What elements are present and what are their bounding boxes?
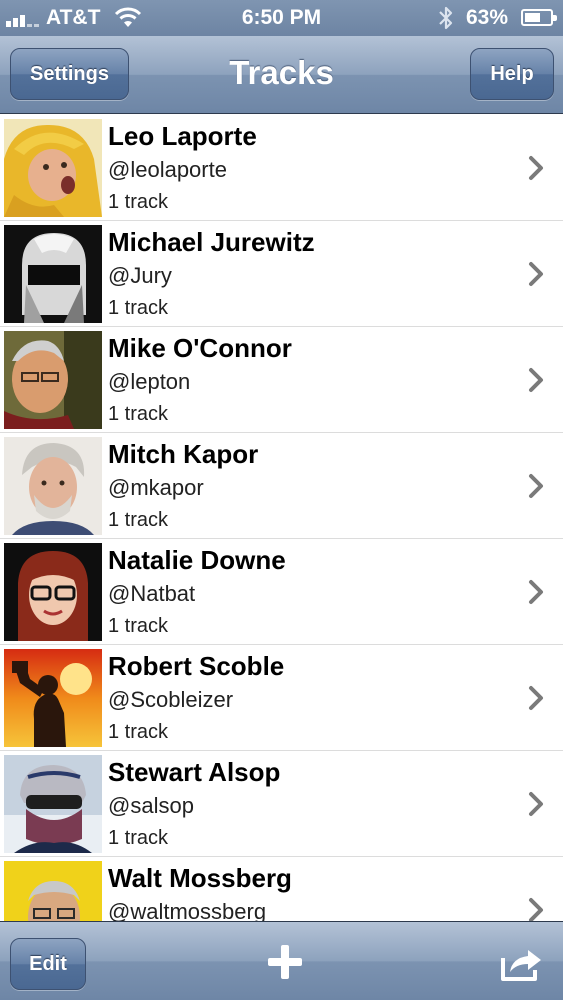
chevron-right-icon <box>529 898 543 921</box>
chevron-right-icon <box>529 580 543 604</box>
navigation-bar: Settings Tracks Help <box>0 36 563 114</box>
track-name: Natalie Downe <box>108 545 286 575</box>
share-icon[interactable] <box>500 942 544 982</box>
avatar-robert-scoble <box>4 649 102 747</box>
track-count: 1 track <box>108 403 169 425</box>
track-count: 1 track <box>108 297 169 319</box>
track-name: Leo Laporte <box>108 121 257 151</box>
track-count: 1 track <box>108 509 169 531</box>
avatar-walt-mossberg <box>4 861 102 921</box>
track-row-salsop[interactable]: Stewart Alsop @salsop 1 track <box>0 751 563 857</box>
avatar-mike-oconnor <box>4 331 102 429</box>
status-bar: AT&T 6:50 PM 63% <box>0 0 563 36</box>
chevron-right-icon <box>529 686 543 710</box>
track-name: Robert Scoble <box>108 651 285 681</box>
avatar-michael-jurewitz <box>4 225 102 323</box>
track-handle: @mkapor <box>108 475 204 500</box>
battery-percent: 63% <box>466 6 509 29</box>
chevron-right-icon <box>529 474 543 498</box>
avatar-natalie-downe <box>4 543 102 641</box>
edit-button[interactable]: Edit <box>10 938 86 990</box>
track-row-natbat[interactable]: Natalie Downe @Natbat 1 track <box>0 539 563 645</box>
track-handle: @lepton <box>108 369 191 394</box>
plus-icon[interactable] <box>266 943 304 981</box>
avatar-leo-laporte <box>4 119 102 217</box>
track-row-mkapor[interactable]: Mitch Kapor @mkapor 1 track <box>0 433 563 539</box>
bluetooth-icon <box>439 6 453 30</box>
track-row-jury[interactable]: Michael Jurewitz @Jury 1 track <box>0 221 563 327</box>
chevron-right-icon <box>529 262 543 286</box>
track-handle: @leolaporte <box>108 157 227 182</box>
track-count: 1 track <box>108 191 169 213</box>
track-handle: @waltmossberg <box>108 899 267 921</box>
track-row-lepton[interactable]: Mike O'Connor @lepton 1 track <box>0 327 563 433</box>
track-name: Walt Mossberg <box>108 863 292 893</box>
tracks-list: Leo Laporte @leolaporte 1 track Michael … <box>0 115 563 921</box>
track-count: 1 track <box>108 615 169 637</box>
track-handle: @Jury <box>108 263 172 288</box>
track-name: Michael Jurewitz <box>108 227 315 257</box>
track-name: Mike O'Connor <box>108 333 292 363</box>
track-handle: @Scobleizer <box>108 687 234 712</box>
track-count: 1 track <box>108 721 169 743</box>
track-row-scobleizer[interactable]: Robert Scoble @Scobleizer 1 track <box>0 645 563 751</box>
avatar-stewart-alsop <box>4 755 102 853</box>
chevron-right-icon <box>529 368 543 392</box>
chevron-right-icon <box>529 792 543 816</box>
help-button[interactable]: Help <box>470 48 554 100</box>
track-row-waltmossberg[interactable]: Walt Mossberg @waltmossberg <box>0 857 563 921</box>
chevron-right-icon <box>529 156 543 180</box>
track-row-leolaporte[interactable]: Leo Laporte @leolaporte 1 track <box>0 115 563 221</box>
battery-icon <box>521 9 557 26</box>
track-handle: @Natbat <box>108 581 196 606</box>
track-name: Mitch Kapor <box>108 439 259 469</box>
track-name: Stewart Alsop <box>108 757 281 787</box>
avatar-mitch-kapor <box>4 437 102 535</box>
track-count: 1 track <box>108 827 169 849</box>
bottom-toolbar: Edit <box>0 921 563 1000</box>
track-handle: @salsop <box>108 793 194 818</box>
